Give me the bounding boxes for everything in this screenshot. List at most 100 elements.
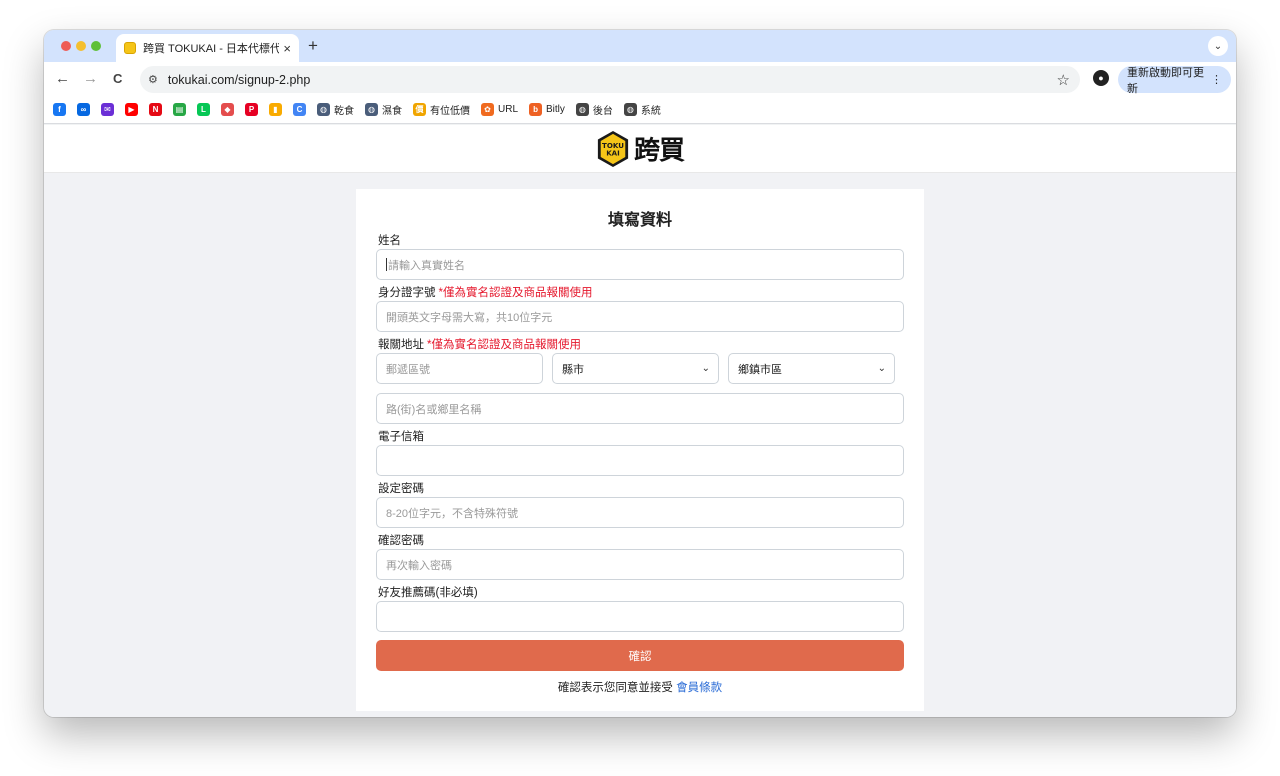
tab-strip: 跨買 TOKUKAI - 日本代標代購 × + ⌄ [44, 30, 1236, 62]
address-label: 報關地址 *僅為實名認證及商品報關使用 [378, 339, 581, 351]
globe-icon: ◍ [317, 103, 330, 116]
meta-icon: ∞ [77, 103, 90, 116]
email-label: 電子信箱 [378, 431, 424, 443]
id-label: 身分證字號 *僅為實名認證及商品報關使用 [378, 287, 593, 299]
shield-icon: ◆ [221, 103, 234, 116]
tokukai-logo-icon[interactable]: TOKU KAI [596, 130, 630, 168]
bookmark-item[interactable]: ◍ 濕食 [365, 102, 402, 117]
pinterest-icon: P [245, 103, 258, 116]
site-info-icon[interactable]: ⚙ [148, 73, 158, 86]
bookmark-item[interactable]: 價有位低價 [413, 102, 470, 117]
bookmark-item[interactable]: ◍ 後台 [575, 102, 613, 117]
county-select[interactable]: 縣市 ⌄ [552, 353, 719, 384]
password-label: 設定密碼 [378, 483, 424, 495]
window-maximize-button[interactable] [91, 41, 101, 51]
bookmark-item[interactable]: ▤ [173, 103, 186, 116]
bookmarks-bar: f ∞ ✉ ▶ N ▤ L ◆ P ▮ C ◍ 乾食 ◍ 濕食價有位低價 ✿ URL b Bitly ◍ 後台 ◍ 系統 [44, 96, 1236, 124]
reload-button[interactable]: C [113, 70, 122, 88]
youtube-icon: ▶ [125, 103, 138, 116]
street-placeholder: 路(街)名或鄉里名稱 [386, 403, 482, 416]
district-select-value: 鄉鎮市區 [738, 363, 782, 376]
window-close-button[interactable] [61, 41, 71, 51]
id-required-note: *僅為實名認證及商品報關使用 [438, 287, 593, 299]
name-label: 姓名 [378, 235, 401, 247]
password-placeholder: 8-20位字元，不含特殊符號 [386, 507, 519, 520]
back-button[interactable]: ← [55, 70, 70, 88]
bookmark-item[interactable]: P [245, 103, 258, 116]
url-text[interactable]: tokukai.com/signup-2.php [168, 73, 1057, 87]
menu-dots-icon: ⋮ [1211, 74, 1222, 86]
news-icon: ▤ [173, 103, 186, 116]
bookmark-item[interactable]: C [293, 103, 306, 116]
browser-toolbar: ← → C ⚙ tokukai.com/signup-2.php ☆ ● 重新啟… [44, 62, 1236, 96]
update-button[interactable]: 重新啟動即可更新 ⋮ [1118, 66, 1231, 95]
mail-icon: ✉ [101, 103, 114, 116]
street-input[interactable]: 路(街)名或鄉里名稱 [376, 393, 904, 424]
site-header: TOKU KAI 跨買 [44, 125, 1236, 173]
url-icon: ✿ [481, 103, 494, 116]
forward-button[interactable]: → [83, 70, 98, 88]
new-tab-button[interactable]: + [308, 36, 318, 56]
line-icon: L [197, 103, 210, 116]
bookmark-item[interactable]: ◍ 系統 [623, 102, 661, 117]
address-bar[interactable]: ⚙ tokukai.com/signup-2.php ☆ [140, 66, 1080, 93]
bitly-icon: b [529, 103, 543, 116]
facebook-icon: f [53, 103, 66, 116]
page-content: TOKU KAI 跨買 填寫資料 姓名 請輸入真實姓名 身分證字號 *僅為實名認證… [44, 125, 1236, 717]
zip-input[interactable]: 郵遞區號 [376, 353, 543, 384]
confirm-password-label: 確認密碼 [378, 535, 424, 547]
window-minimize-button[interactable] [76, 41, 86, 51]
bookmark-item[interactable]: ▶ [125, 103, 138, 116]
bookmark-label: URL [498, 104, 519, 115]
signup-form: 填寫資料 姓名 請輸入真實姓名 身分證字號 *僅為實名認證及商品報關使用 開頭英文… [356, 189, 924, 711]
analytics-icon: ▮ [269, 103, 282, 116]
chrome-c-icon: C [293, 103, 306, 116]
bookmark-item[interactable]: ◍ 乾食 [317, 102, 354, 117]
confirm-placeholder: 再次輸入密碼 [386, 559, 452, 572]
confirm-button[interactable]: 確認 [376, 640, 904, 671]
bookmark-item[interactable]: N [149, 103, 162, 116]
form-title: 填寫資料 [607, 212, 672, 229]
globe-icon: ◍ [575, 103, 589, 116]
bookmark-item[interactable]: L [197, 103, 210, 116]
tokukai-favicon-icon [124, 42, 136, 54]
logo-text[interactable]: 跨買 [634, 130, 685, 167]
id-number-input[interactable]: 開頭英文字母需大寫，共10位字元 [376, 301, 904, 332]
bookmark-star-icon[interactable]: ☆ [1057, 71, 1070, 89]
bookmark-item[interactable]: ▮ [269, 103, 282, 116]
bookmark-item[interactable]: ∞ [77, 103, 90, 116]
bookmark-label: 乾食 [334, 106, 354, 117]
bookmark-item[interactable]: ◆ [221, 103, 234, 116]
logo-badge-bottom: KAI [606, 148, 620, 157]
browser-window: 跨買 TOKUKAI - 日本代標代購 × + ⌄ ← → C ⚙ tokuka… [44, 30, 1236, 717]
tab-active[interactable]: 跨買 TOKUKAI - 日本代標代購 × [116, 34, 299, 62]
bookmark-item[interactable]: ✿ URL [481, 103, 518, 116]
bookmark-label: 有位低價 [430, 106, 470, 117]
price-icon: 價 [413, 103, 426, 116]
chevron-down-icon: ⌄ [877, 363, 886, 374]
chevron-down-icon: ⌄ [701, 363, 710, 374]
address-required-note: *僅為實名認證及商品報關使用 [427, 339, 581, 351]
member-terms-link[interactable]: 會員條款 [676, 682, 722, 694]
bookmark-item[interactable]: ✉ [101, 103, 114, 116]
name-input[interactable]: 請輸入真實姓名 [376, 249, 904, 280]
id-placeholder: 開頭英文字母需大寫，共10位字元 [386, 311, 553, 324]
referral-label: 好友推薦碼(非必填) [378, 587, 478, 599]
terms-text: 確認表示您同意並接受 會員條款 [557, 682, 723, 694]
password-input[interactable]: 8-20位字元，不含特殊符號 [376, 497, 904, 528]
district-select[interactable]: 鄉鎮市區 ⌄ [728, 353, 895, 384]
globe-icon: ◍ [623, 103, 637, 116]
county-select-value: 縣市 [562, 363, 584, 376]
zip-placeholder: 郵遞區號 [386, 363, 430, 376]
bookmark-item[interactable]: b Bitly [529, 103, 565, 116]
bookmark-item[interactable]: f [53, 103, 66, 116]
tab-close-icon[interactable]: × [283, 41, 291, 56]
name-placeholder: 請輸入真實姓名 [388, 259, 465, 272]
email-field[interactable] [376, 445, 904, 476]
tab-search-button[interactable]: ⌄ [1208, 36, 1228, 56]
text-caret [386, 258, 387, 271]
referral-code-input[interactable] [376, 601, 904, 632]
bookmark-label: Bitly [546, 104, 565, 115]
profile-avatar-icon[interactable]: ● [1093, 70, 1109, 86]
confirm-password-input[interactable]: 再次輸入密碼 [376, 549, 904, 580]
